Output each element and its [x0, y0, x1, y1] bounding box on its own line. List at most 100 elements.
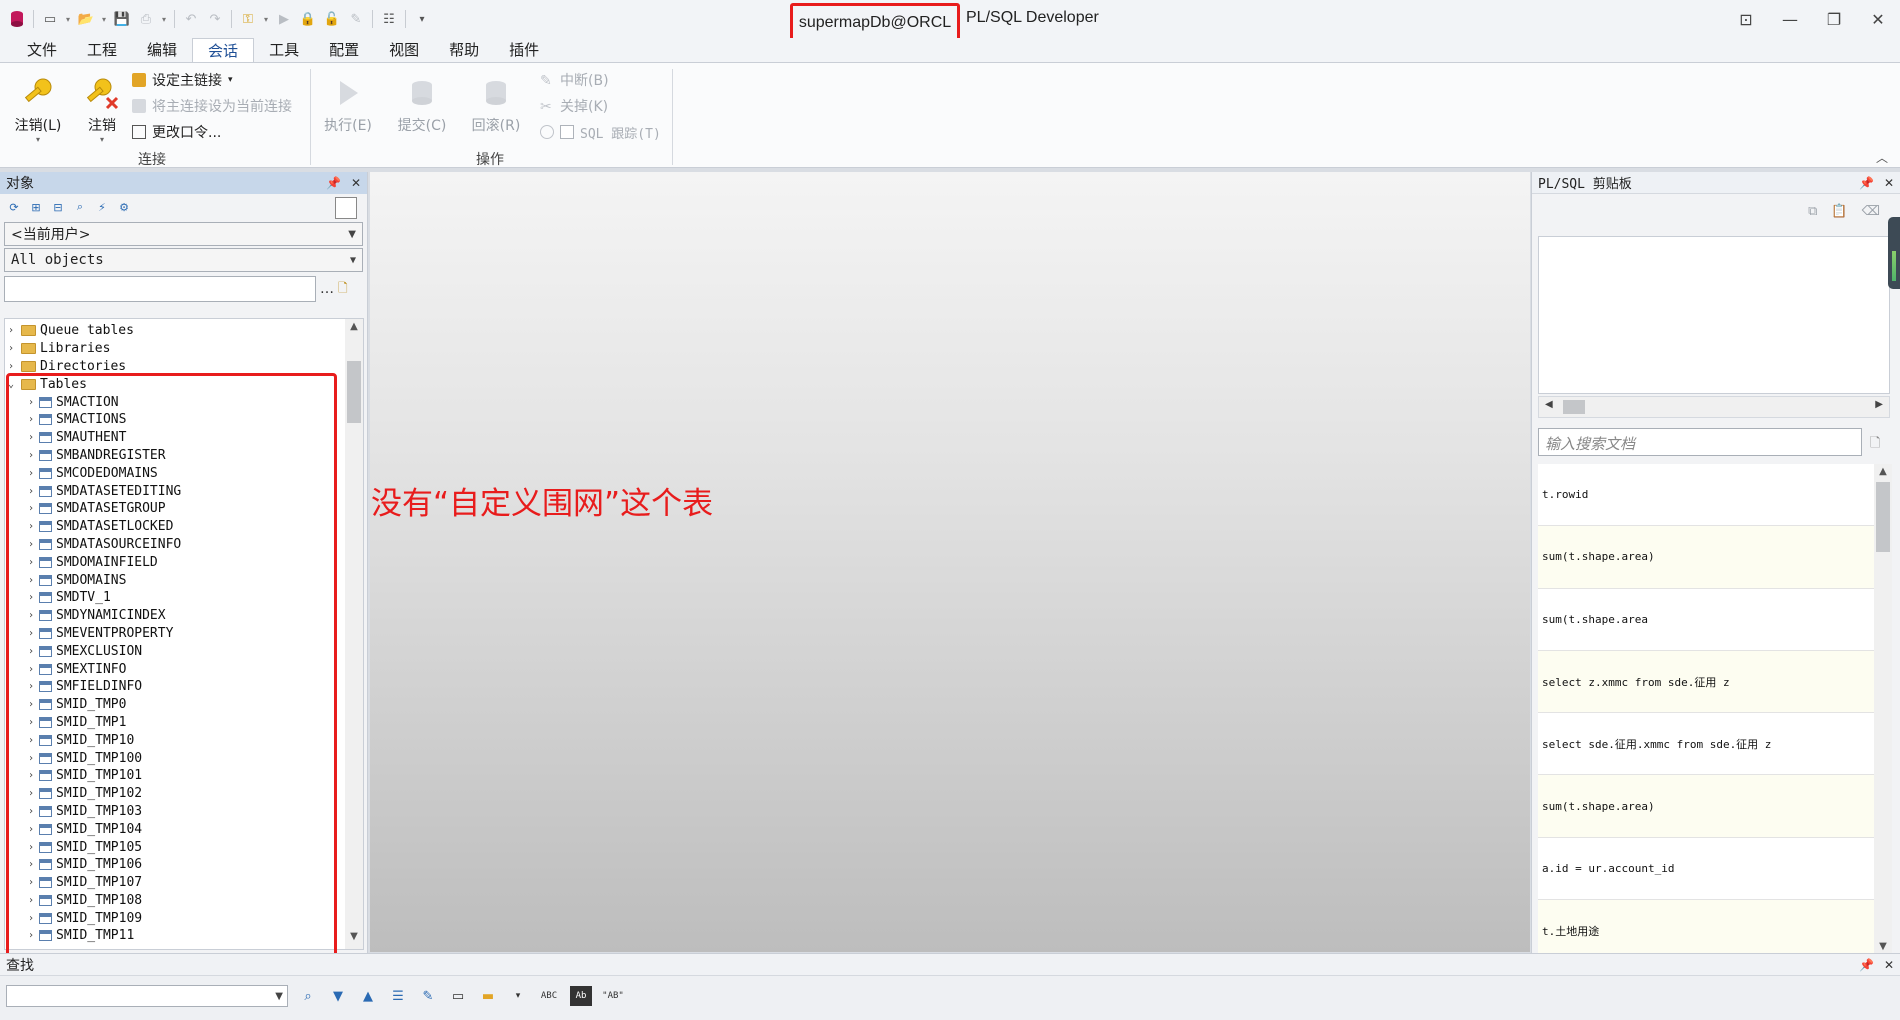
expand-icon[interactable]: ›	[25, 521, 37, 532]
tree-table-item[interactable]: › SMACTIONS	[5, 411, 345, 429]
tree-table-item[interactable]: › SMFIELDINFO	[5, 678, 345, 696]
lock-icon[interactable]: 🔒	[297, 8, 319, 30]
tree-table-item[interactable]: › SMDATASETEDITING	[5, 482, 345, 500]
expand-icon[interactable]: ›	[25, 735, 37, 746]
expand-icon[interactable]: ›	[25, 930, 37, 941]
pin-icon[interactable]: 📌	[1859, 176, 1874, 190]
tree-folder-tables[interactable]: ⌄ Tables	[5, 375, 345, 393]
close-icon[interactable]: ✕	[1856, 0, 1900, 38]
filter-more-button[interactable]: …	[320, 281, 334, 297]
scroll-up-icon[interactable]: ▲	[345, 321, 363, 337]
tree-table-item[interactable]: › SMACTION	[5, 393, 345, 411]
scroll-thumb[interactable]	[347, 361, 361, 423]
scroll-down-icon[interactable]: ▼	[1874, 941, 1892, 952]
highlight-icon[interactable]: ✎	[418, 986, 438, 1006]
menu-help[interactable]: 帮助	[434, 38, 494, 62]
expand-icon[interactable]: ›	[25, 842, 37, 853]
properties-icon[interactable]: ⚙	[116, 199, 132, 215]
expand-icon[interactable]: ›	[25, 646, 37, 657]
list-icon[interactable]: ☰	[388, 986, 408, 1006]
clipboard-item[interactable]: a.id = ur.account_id	[1538, 838, 1874, 901]
clipboard-item[interactable]: sum(t.shape.area)	[1538, 775, 1874, 838]
expand-icon[interactable]: ›	[25, 575, 37, 586]
menu-project[interactable]: 工程	[72, 38, 132, 62]
scroll-right-icon[interactable]: ▶	[1875, 399, 1883, 410]
logoff-button[interactable]: 注销(L) ▾	[8, 71, 68, 151]
rollback-button[interactable]: 回滚(R)	[466, 71, 526, 151]
menu-tools[interactable]: 工具	[254, 38, 314, 62]
tree-table-item[interactable]: › SMEXTINFO	[5, 660, 345, 678]
print-icon[interactable]: ⎙	[135, 8, 157, 30]
undo-icon[interactable]: ↶	[180, 8, 202, 30]
redo-icon[interactable]: ↷	[204, 8, 226, 30]
tree-scrollbar[interactable]: ▲ ▼	[345, 319, 363, 949]
expand-icon[interactable]: ›	[25, 557, 37, 568]
pin-icon[interactable]: 📌	[326, 176, 341, 190]
panel-close-icon[interactable]: ✕	[1884, 176, 1894, 190]
expand-icon[interactable]: ›	[25, 806, 37, 817]
key-icon[interactable]: ⚿	[237, 8, 259, 30]
tree-folder[interactable]: › Directories	[5, 358, 345, 376]
tree-table-item[interactable]: › SMBANDREGISTER	[5, 447, 345, 465]
app-db-icon[interactable]	[6, 8, 28, 30]
expand-icon[interactable]: ›	[25, 717, 37, 728]
run-icon[interactable]: ▶	[273, 8, 295, 30]
collapse-all-icon[interactable]: ⊟	[50, 199, 66, 215]
sql-trace-checkbox[interactable]	[560, 125, 574, 139]
find-input[interactable]: ▼	[6, 985, 288, 1007]
expand-icon[interactable]: ›	[25, 610, 37, 621]
scroll-down-icon[interactable]: ▼	[345, 931, 363, 947]
new-icon[interactable]: ▭	[39, 8, 61, 30]
expand-icon[interactable]: ›	[25, 539, 37, 550]
collapse-icon[interactable]: ⌄	[5, 379, 17, 390]
menu-edit[interactable]: 编辑	[132, 38, 192, 62]
find-next-icon[interactable]: ▼	[328, 986, 348, 1006]
tree-table-item[interactable]: › SMID_TMP105	[5, 838, 345, 856]
broom-icon[interactable]: ✎	[345, 8, 367, 30]
collapse-ribbon-icon[interactable]: ︿	[1876, 149, 1888, 166]
object-type-combo[interactable]: All objects ▼	[4, 248, 363, 272]
tree-table-item[interactable]: › SMDOMAINS	[5, 571, 345, 589]
tree-table-item[interactable]: › SMID_TMP1	[5, 714, 345, 732]
change-password-button[interactable]: 更改口令...	[132, 121, 221, 143]
expand-icon[interactable]: ›	[5, 361, 17, 372]
tree-table-item[interactable]: › SMDATASETGROUP	[5, 500, 345, 518]
tree-table-item[interactable]: › SMID_TMP103	[5, 803, 345, 821]
object-toolbar-checkbox[interactable]	[335, 197, 357, 219]
panel-close-icon[interactable]: ✕	[351, 176, 361, 190]
set-main-connection-button[interactable]: 设定主链接 ▾	[132, 69, 233, 91]
side-gadget-widget[interactable]	[1888, 217, 1900, 289]
menu-file[interactable]: 文件	[12, 38, 72, 62]
paste-icon[interactable]: 📋	[1831, 204, 1847, 219]
preview-hscrollbar[interactable]: ◀ ▶	[1538, 396, 1890, 418]
expand-icon[interactable]: ›	[25, 788, 37, 799]
open-folder-icon[interactable]: 📂	[75, 8, 97, 30]
match-case-icon[interactable]: ABC	[538, 986, 560, 1006]
clipboard-item[interactable]: select z.xmmc from sde.征用 z	[1538, 650, 1874, 714]
expand-icon[interactable]: ›	[25, 450, 37, 461]
expand-icon[interactable]: ›	[25, 397, 37, 408]
owner-combo[interactable]: <当前用户> ▼	[4, 222, 363, 246]
restore-ribbon-icon[interactable]: ⊡	[1724, 0, 1768, 38]
scroll-thumb[interactable]	[1563, 400, 1585, 414]
clipboard-item[interactable]: t.土地用途	[1538, 900, 1874, 954]
commit-button[interactable]: 提交(C)	[392, 71, 452, 151]
expand-icon[interactable]: ›	[5, 325, 17, 336]
clipboard-search-input[interactable]: 输入搜索文档	[1538, 428, 1862, 456]
menu-view[interactable]: 视图	[374, 38, 434, 62]
regex-icon[interactable]: "AB"	[602, 986, 624, 1006]
close-session-button[interactable]: ✂ 关掉(K)	[540, 95, 608, 117]
tree-folder[interactable]: › Libraries	[5, 340, 345, 358]
expand-icon[interactable]: ›	[25, 824, 37, 835]
tree-folder[interactable]: › Queue tables	[5, 322, 345, 340]
object-filter-input[interactable]	[4, 276, 316, 302]
scroll-up-icon[interactable]: ▲	[1874, 466, 1892, 477]
expand-icon[interactable]: ›	[25, 859, 37, 870]
expand-icon[interactable]: ›	[25, 681, 37, 692]
clear-icon[interactable]: ⌫	[1862, 204, 1880, 219]
expand-icon[interactable]: ›	[25, 414, 37, 425]
copy-icon[interactable]: ⧉	[1808, 204, 1817, 219]
tree-table-item[interactable]: › SMDOMAINFIELD	[5, 553, 345, 571]
expand-icon[interactable]: ›	[25, 913, 37, 924]
customize-dropdown-icon[interactable]: ▾	[411, 8, 433, 30]
